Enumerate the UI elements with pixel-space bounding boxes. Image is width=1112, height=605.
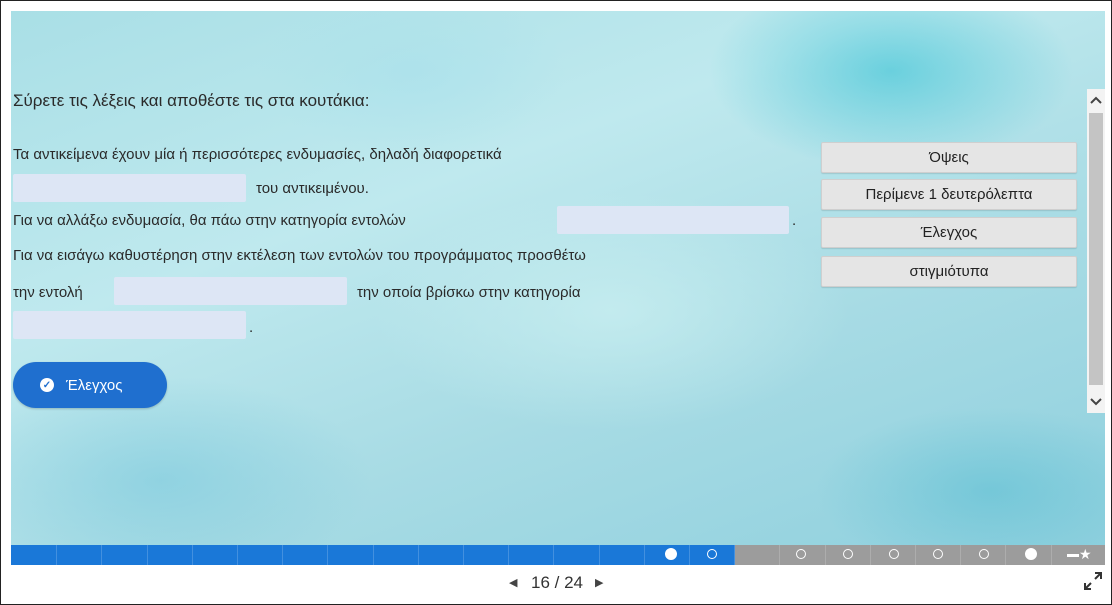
progress-segment-divider <box>418 545 419 565</box>
progress-segment-divider <box>915 545 916 565</box>
progress-segment-divider <box>870 545 871 565</box>
instruction-text: Σύρετε τις λέξεις και αποθέστε τις στα κ… <box>13 91 370 110</box>
slide-marker-dot[interactable] <box>665 548 677 560</box>
scrollbar-thumb[interactable] <box>1089 113 1103 385</box>
slide-marker-dot[interactable] <box>707 549 717 559</box>
sentence-line-5: την εντολή <box>13 284 83 301</box>
slide-counter: 16 / 24 <box>531 573 583 592</box>
progress-segment-divider <box>779 545 780 565</box>
progress-segment-divider <box>689 545 690 565</box>
sentence-line-5-end: την οποία βρίσκω στην κατηγορία <box>357 284 581 301</box>
progress-segment-divider <box>1005 545 1006 565</box>
progress-segment-divider <box>960 545 961 565</box>
drop-zone-1[interactable] <box>13 174 246 202</box>
star-icon[interactable]: ★ <box>1067 546 1092 563</box>
sentence-line-1: Τα αντικείμενα έχουν μία ή περισσότερες … <box>13 146 502 163</box>
progress-segment-divider <box>508 545 509 565</box>
word-option[interactable]: Όψεις <box>821 142 1077 173</box>
slide-marker-dot[interactable] <box>889 549 899 559</box>
slide-marker-dot[interactable] <box>979 549 989 559</box>
drop-zone-4[interactable] <box>13 311 246 339</box>
progress-segment-divider <box>1051 545 1052 565</box>
check-button[interactable]: ✓ Έλεγχος <box>13 362 167 408</box>
triangle-right-icon[interactable]: ▶ <box>595 576 603 589</box>
check-button-label: Έλεγχος <box>66 376 123 394</box>
progress-segment-divider <box>56 545 57 565</box>
progress-segment-divider <box>463 545 464 565</box>
check-circle-icon: ✓ <box>40 378 54 392</box>
sentence-line-3: Για να αλλάξω ενδυμασία, θα πάω στην κατ… <box>13 212 406 229</box>
progress-segment-divider <box>599 545 600 565</box>
progress-segment-divider <box>644 545 645 565</box>
chevron-down-icon[interactable] <box>1087 391 1105 413</box>
progress-segment-divider <box>373 545 374 565</box>
progress-segment-divider <box>282 545 283 565</box>
sentence-line-3-end: . <box>792 212 797 229</box>
word-option[interactable]: Έλεγχος <box>821 217 1077 248</box>
word-option[interactable]: Περίμενε 1 δευτερόλεπτα <box>821 179 1077 210</box>
presentation-frame: Σύρετε τις λέξεις και αποθέστε τις στα κ… <box>0 0 1112 605</box>
word-option[interactable]: στιγμιότυπα <box>821 256 1077 287</box>
words-scrollbar[interactable] <box>1087 89 1105 413</box>
drop-zone-2[interactable] <box>557 206 789 234</box>
slide: Σύρετε τις λέξεις και αποθέστε τις στα κ… <box>11 11 1105 545</box>
progress-segment-divider <box>327 545 328 565</box>
progress-segment-divider <box>825 545 826 565</box>
slide-marker-dot[interactable] <box>843 549 853 559</box>
progress-segment-divider <box>553 545 554 565</box>
navigation-bar: ◀ 16 / 24 ▶ <box>1 569 1111 599</box>
sentence-line-4: Για να εισάγω καθυστέρηση στην εκτέλεση … <box>13 247 586 264</box>
slide-marker-dot[interactable] <box>1025 548 1037 560</box>
progress-segment-divider <box>147 545 148 565</box>
expand-icon[interactable] <box>1081 569 1105 593</box>
sentence-line-2: του αντικειμένου. <box>256 180 369 197</box>
slide-marker-dot[interactable] <box>796 549 806 559</box>
chevron-up-icon[interactable] <box>1087 89 1105 111</box>
progress-segment-divider <box>734 545 735 565</box>
drop-zone-3[interactable] <box>114 277 347 305</box>
progress-segment-divider <box>237 545 238 565</box>
progress-segment-divider <box>101 545 102 565</box>
progress-segment-divider <box>192 545 193 565</box>
slide-marker-dot[interactable] <box>933 549 943 559</box>
sentence-line-6-end: . <box>249 319 254 336</box>
progress-bar[interactable]: ★ <box>11 545 1105 565</box>
